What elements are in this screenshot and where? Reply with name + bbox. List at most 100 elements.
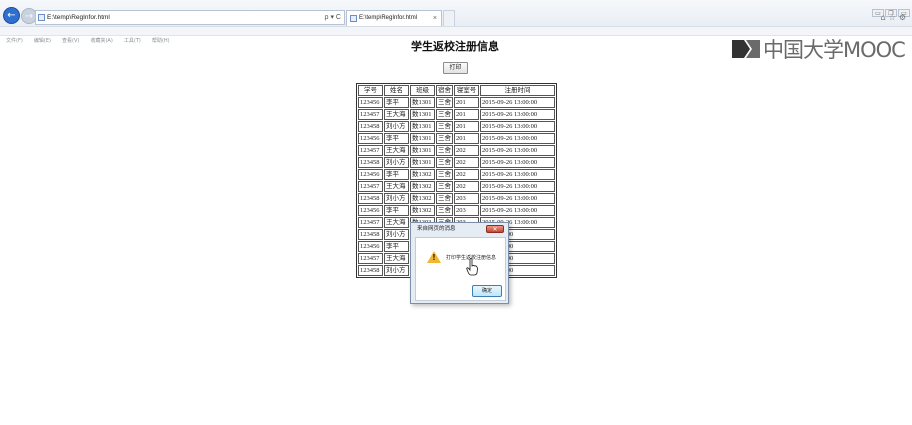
cell-name: 王大海	[384, 253, 409, 264]
dialog-body: ! 打印学生返校注册信息 确定	[415, 237, 506, 301]
cell-room: 203	[454, 205, 479, 216]
cell-name: 王大海	[384, 145, 409, 156]
tab-close-icon[interactable]: ×	[433, 11, 437, 26]
alert-dialog: 来自网页的消息 ✕ ! 打印学生返校注册信息 确定	[410, 222, 509, 304]
cell-dorm: 三舍	[436, 181, 453, 192]
cell-dorm: 三舍	[436, 169, 453, 180]
cell-name: 王大海	[384, 181, 409, 192]
cell-name: 刘小方	[384, 229, 409, 240]
cell-student-id: 123456	[358, 241, 383, 252]
tab-reginfor[interactable]: E:\temp\RegInfor.html ×	[346, 10, 442, 26]
cell-dorm: 三舍	[436, 97, 453, 108]
cell-dorm: 三舍	[436, 157, 453, 168]
new-tab-button[interactable]	[443, 10, 455, 26]
cell-name: 李平	[384, 205, 409, 216]
warning-icon-mark: !	[432, 253, 436, 262]
cell-dorm: 三舍	[436, 133, 453, 144]
table-row: 123456 李平 数1302 三舍 202 2015-09-26 13:00:00	[358, 169, 555, 180]
cell-room: 201	[454, 97, 479, 108]
cell-register-time: 2015-09-26 13:00:00	[480, 145, 555, 156]
dialog-ok-button[interactable]: 确定	[472, 285, 502, 297]
browser-toolbar: ← → E:\temp\RegInfor.html ρ ▾ C E:\temp\…	[0, 0, 912, 27]
cell-room: 202	[454, 169, 479, 180]
cell-student-id: 123457	[358, 253, 383, 264]
cell-room: 201	[454, 109, 479, 120]
cell-name: 李平	[384, 241, 409, 252]
menu-view[interactable]: 查看(V)	[62, 37, 79, 45]
menu-favorites[interactable]: 收藏夹(A)	[90, 37, 112, 45]
cell-name: 李平	[384, 133, 409, 144]
menu-tools[interactable]: 工具(T)	[124, 37, 141, 45]
cell-student-id: 123458	[358, 265, 383, 276]
cell-name: 刘小方	[384, 121, 409, 132]
toolbar-icons[interactable]: ⌂☆⚙	[881, 13, 909, 22]
back-arrow-icon: ←	[7, 10, 16, 21]
cell-class: 数1302	[410, 205, 435, 216]
cell-register-time: 2015-09-26 13:00:00	[480, 181, 555, 192]
header-student-id: 学号	[358, 85, 383, 96]
cell-class: 数1301	[410, 157, 435, 168]
page-favicon-icon	[38, 14, 45, 21]
address-tools[interactable]: ρ ▾ C	[325, 11, 341, 24]
table-row: 123456 李平 数1302 三舍 203 2015-09-26 13:00:00	[358, 205, 555, 216]
cell-room: 202	[454, 145, 479, 156]
cell-room: 201	[454, 121, 479, 132]
cell-room: 202	[454, 157, 479, 168]
cell-register-time: 2015-09-26 13:00:00	[480, 121, 555, 132]
table-row: 123458 刘小方 数1302 三舍 203 2015-09-26 13:00:00	[358, 193, 555, 204]
menu-file[interactable]: 文件(F)	[6, 37, 23, 45]
browser-window: ← → E:\temp\RegInfor.html ρ ▾ C E:\temp\…	[0, 0, 912, 425]
tab-favicon-icon	[350, 15, 357, 22]
table-row: 123457 王大海 数1301 三舍 202 2015-09-26 13:00:00	[358, 145, 555, 156]
cell-name: 王大海	[384, 109, 409, 120]
cell-class: 数1302	[410, 169, 435, 180]
mooc-logo-text: 中国大学MOOC	[763, 38, 906, 62]
cell-student-id: 123458	[358, 193, 383, 204]
page-title: 学生返校注册信息	[411, 40, 499, 53]
cell-dorm: 三舍	[436, 145, 453, 156]
cell-class: 数1302	[410, 193, 435, 204]
cell-student-id: 123458	[358, 157, 383, 168]
back-button[interactable]: ←	[3, 7, 20, 24]
dialog-close-button[interactable]: ✕	[486, 225, 504, 233]
table-row: 123456 李平 数1301 三舍 201 2015-09-26 13:00:00	[358, 133, 555, 144]
cell-dorm: 三舍	[436, 193, 453, 204]
header-register-time: 注册时间	[480, 85, 555, 96]
mooc-logo: 中国大学MOOC	[731, 34, 906, 64]
cell-register-time: 2015-09-26 13:00:00	[480, 133, 555, 144]
print-button[interactable]: 打印	[443, 62, 468, 74]
header-room: 寝室号	[454, 85, 479, 96]
cell-register-time: 2015-09-26 13:00:00	[480, 157, 555, 168]
menu-edit[interactable]: 编辑(E)	[34, 37, 51, 45]
hand-pointer-icon	[466, 258, 478, 276]
cell-student-id: 123456	[358, 205, 383, 216]
cell-room: 201	[454, 133, 479, 144]
cell-register-time: 2015-09-26 13:00:00	[480, 109, 555, 120]
cell-student-id: 123456	[358, 97, 383, 108]
cell-class: 数1301	[410, 97, 435, 108]
cell-register-time: 2015-09-26 13:00:00	[480, 97, 555, 108]
cell-room: 202	[454, 181, 479, 192]
cell-dorm: 三舍	[436, 121, 453, 132]
cell-name: 刘小方	[384, 193, 409, 204]
table-row: 123456 李平 数1301 三舍 201 2015-09-26 13:00:00	[358, 97, 555, 108]
cell-name: 刘小方	[384, 157, 409, 168]
cell-dorm: 三舍	[436, 109, 453, 120]
address-text: E:\temp\RegInfor.html	[47, 14, 110, 21]
cell-student-id: 123458	[358, 229, 383, 240]
cell-dorm: 三舍	[436, 205, 453, 216]
table-row: 123457 王大海 数1301 三舍 201 2015-09-26 13:00:00	[358, 109, 555, 120]
cell-student-id: 123456	[358, 169, 383, 180]
menu-help[interactable]: 帮助(H)	[152, 37, 170, 45]
cell-student-id: 123457	[358, 145, 383, 156]
tab-title: E:\temp\RegInfor.html	[359, 15, 418, 21]
cell-class: 数1301	[410, 121, 435, 132]
address-bar[interactable]: E:\temp\RegInfor.html ρ ▾ C	[35, 10, 345, 25]
cell-student-id: 123457	[358, 109, 383, 120]
table-header-row: 学号 姓名 班级 宿舍 寝室号 注册时间	[358, 85, 555, 96]
cell-class: 数1301	[410, 133, 435, 144]
table-row: 123457 王大海 数1302 三舍 202 2015-09-26 13:00:00	[358, 181, 555, 192]
header-dorm: 宿舍	[436, 85, 453, 96]
table-row: 123458 刘小方 数1301 三舍 201 2015-09-26 13:00:00	[358, 121, 555, 132]
cell-name: 王大海	[384, 217, 409, 228]
